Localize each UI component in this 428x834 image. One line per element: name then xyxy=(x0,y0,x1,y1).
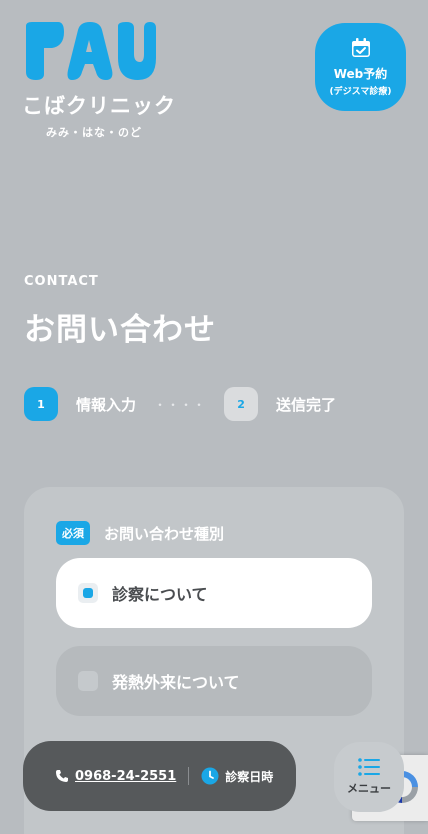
step-2-number: 2 xyxy=(224,387,259,421)
phone-number: 0968-24-2551 xyxy=(75,768,177,784)
section-eyebrow: CONTACT xyxy=(24,274,99,289)
web-reservation-label: Web予約 xyxy=(333,67,388,81)
menu-button[interactable]: メニュー xyxy=(334,742,404,812)
step-1-label: 情報入力 xyxy=(76,395,137,414)
phone-icon xyxy=(56,770,68,782)
phone-link[interactable]: 0968-24-2551 xyxy=(55,769,176,784)
menu-label: メニュー xyxy=(347,782,391,795)
step-2-label: 送信完了 xyxy=(276,395,337,414)
inquiry-type-label: お問い合わせ種別 xyxy=(104,524,225,543)
hours-label: 診察日時 xyxy=(225,769,274,784)
option-fever-clinic[interactable]: 発熱外来について xyxy=(56,646,372,716)
page-title: お問い合わせ xyxy=(24,312,216,348)
option-label: 診察について xyxy=(112,585,208,604)
clock-icon xyxy=(201,767,219,785)
clinic-logo[interactable]: こばクリニック みみ・はな・のど xyxy=(22,22,176,140)
hours-link[interactable]: 診察日時 xyxy=(201,767,273,785)
web-reservation-sublabel: (デジスマ診療) xyxy=(329,87,392,97)
option-label: 発熱外来について xyxy=(112,673,240,692)
calendar-check-icon xyxy=(351,38,370,57)
bar-divider xyxy=(188,767,190,785)
progress-steps: 1 情報入力 ・・・・ 2 送信完了 xyxy=(24,387,336,421)
web-reservation-button[interactable]: Web予約 (デジスマ診療) xyxy=(315,23,406,111)
option-consultation[interactable]: 診察について xyxy=(56,558,372,628)
required-badge: 必須 xyxy=(56,521,90,545)
radio-unchecked-icon[interactable] xyxy=(78,671,98,691)
inquiry-type-field-header: 必須 お問い合わせ種別 xyxy=(56,521,224,545)
logo-name: こばクリニック xyxy=(22,94,176,118)
list-menu-icon xyxy=(358,758,380,776)
step-separator: ・・・・ xyxy=(154,397,207,412)
logo-mark-icon xyxy=(26,22,156,80)
radio-checked-icon[interactable] xyxy=(78,583,98,603)
contact-bar: 0968-24-2551 診察日時 xyxy=(23,741,296,811)
logo-subtitle: みみ・はな・のど xyxy=(46,126,142,139)
step-1-number: 1 xyxy=(24,387,58,421)
